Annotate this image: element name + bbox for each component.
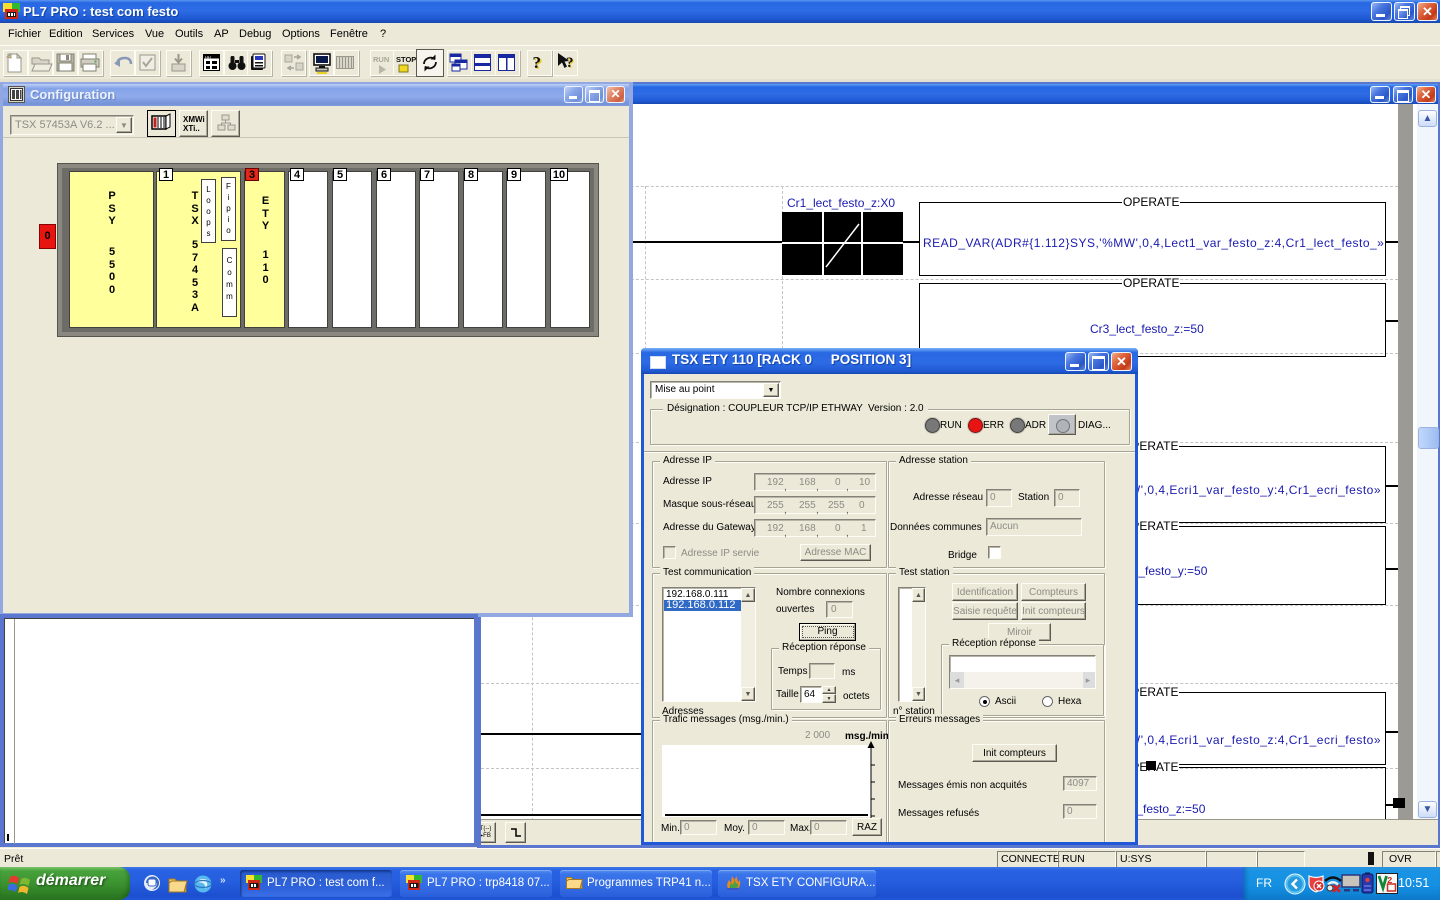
svg-text:?: ? bbox=[566, 55, 574, 71]
svg-text:»: » bbox=[220, 875, 226, 886]
svg-text:STOP: STOP bbox=[396, 55, 416, 64]
svg-text:RUN: RUN bbox=[373, 55, 389, 64]
svg-text:?: ? bbox=[533, 53, 542, 72]
svg-text:HH: HH bbox=[205, 54, 211, 59]
